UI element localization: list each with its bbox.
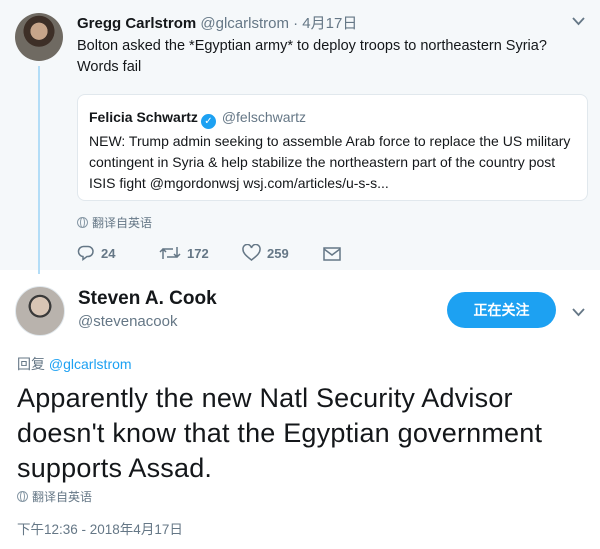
- quoted-author-handle: @felschwartz: [221, 109, 307, 125]
- retweet-icon: [159, 247, 181, 259]
- chevron-down-icon[interactable]: [572, 305, 585, 320]
- globe-icon: [77, 217, 88, 228]
- like-icon: [242, 243, 261, 261]
- tweet-text: Apparently the new Natl Security Advisor…: [17, 383, 543, 483]
- avatar[interactable]: [15, 286, 65, 336]
- message-icon: [323, 247, 341, 261]
- avatar[interactable]: [15, 13, 63, 61]
- author-handle[interactable]: @stevenacook: [78, 312, 177, 332]
- translate-link[interactable]: 翻译自英语: [77, 216, 152, 230]
- tweet-header: Gregg Carlstrom @glcarlstrom · 4月17日: [77, 14, 357, 34]
- tweet-timestamp[interactable]: 下午12:36 - 2018年4月17日: [17, 521, 183, 539]
- quoted-tweet-text: NEW: Trump admin seeking to assemble Ara…: [89, 133, 571, 191]
- reply-button[interactable]: 24: [77, 244, 115, 264]
- reply-prefix: 回复: [17, 356, 49, 372]
- translate-label: 翻译自英语: [32, 490, 93, 504]
- translate-label: 翻译自英语: [92, 216, 153, 230]
- like-count: 259: [267, 246, 289, 261]
- thread-connector-line: [38, 66, 40, 274]
- following-button[interactable]: 正在关注: [447, 292, 556, 328]
- like-button[interactable]: 259: [242, 243, 289, 264]
- translate-link[interactable]: 翻译自英语: [17, 490, 92, 504]
- retweet-count: 172: [187, 246, 209, 261]
- retweet-button[interactable]: 172: [159, 244, 209, 264]
- header-separator: ·: [288, 15, 303, 32]
- author-name[interactable]: Gregg Carlstrom: [77, 15, 196, 32]
- quoted-tweet-header: Felicia Schwartz ✓ @felschwartz: [89, 108, 306, 129]
- chevron-down-icon[interactable]: [572, 14, 585, 29]
- reply-icon: [77, 245, 94, 261]
- reply-context: 回复 @glcarlstrom: [17, 355, 132, 373]
- reply-to-handle-link[interactable]: @glcarlstrom: [49, 356, 132, 372]
- globe-icon: [17, 491, 28, 502]
- tweet-date[interactable]: 4月17日: [302, 15, 357, 32]
- author-handle[interactable]: @glcarlstrom: [200, 15, 289, 32]
- quoted-author-name: Felicia Schwartz: [89, 109, 198, 125]
- direct-message-button[interactable]: [323, 244, 347, 264]
- tweet-text: Bolton asked the *Egyptian army* to depl…: [77, 38, 547, 75]
- reply-count: 24: [101, 246, 116, 261]
- verified-icon: ✓: [200, 114, 216, 129]
- author-name[interactable]: Steven A. Cook: [78, 287, 217, 311]
- quoted-tweet[interactable]: Felicia Schwartz ✓ @felschwartz NEW: Trum…: [77, 94, 588, 201]
